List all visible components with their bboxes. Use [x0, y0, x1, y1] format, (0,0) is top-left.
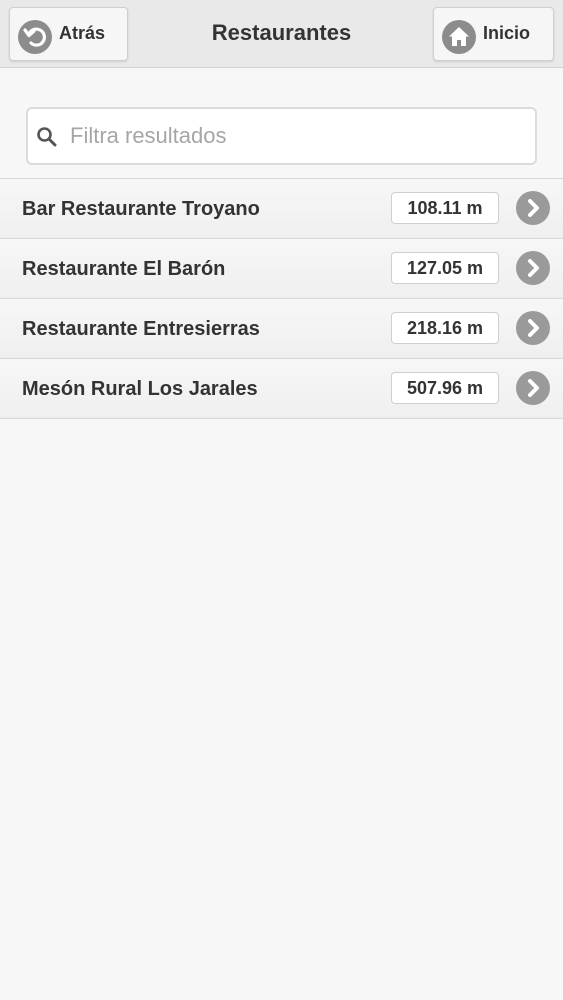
search-icon [36, 126, 58, 153]
list-item[interactable]: Mesón Rural Los Jarales 507.96 m [0, 359, 563, 419]
search-box [26, 107, 537, 165]
restaurant-name: Restaurante Entresierras [22, 318, 260, 340]
restaurant-name: Mesón Rural Los Jarales [22, 378, 258, 400]
chevron-right-icon [516, 371, 550, 405]
chevron-right-icon [516, 311, 550, 345]
home-button[interactable]: Inicio [433, 7, 554, 61]
restaurant-name: Restaurante El Barón [22, 258, 226, 280]
top-bar: Atrás Restaurantes Inicio [0, 0, 563, 68]
restaurant-name: Bar Restaurante Troyano [22, 198, 260, 220]
list-item[interactable]: Bar Restaurante Troyano 108.11 m [0, 179, 563, 239]
distance-badge: 127.05 m [391, 252, 499, 284]
list-item[interactable]: Restaurante Entresierras 218.16 m [0, 299, 563, 359]
home-button-label: Inicio [483, 23, 531, 43]
distance-badge: 507.96 m [391, 372, 499, 404]
chevron-right-icon [516, 191, 550, 225]
list-item[interactable]: Restaurante El Barón 127.05 m [0, 239, 563, 299]
distance-badge: 108.11 m [391, 192, 499, 224]
home-icon [442, 20, 476, 54]
chevron-right-icon [516, 251, 550, 285]
search-input[interactable] [70, 109, 520, 163]
distance-badge: 218.16 m [391, 312, 499, 344]
restaurant-list: Bar Restaurante Troyano 108.11 m Restaur… [0, 178, 563, 419]
